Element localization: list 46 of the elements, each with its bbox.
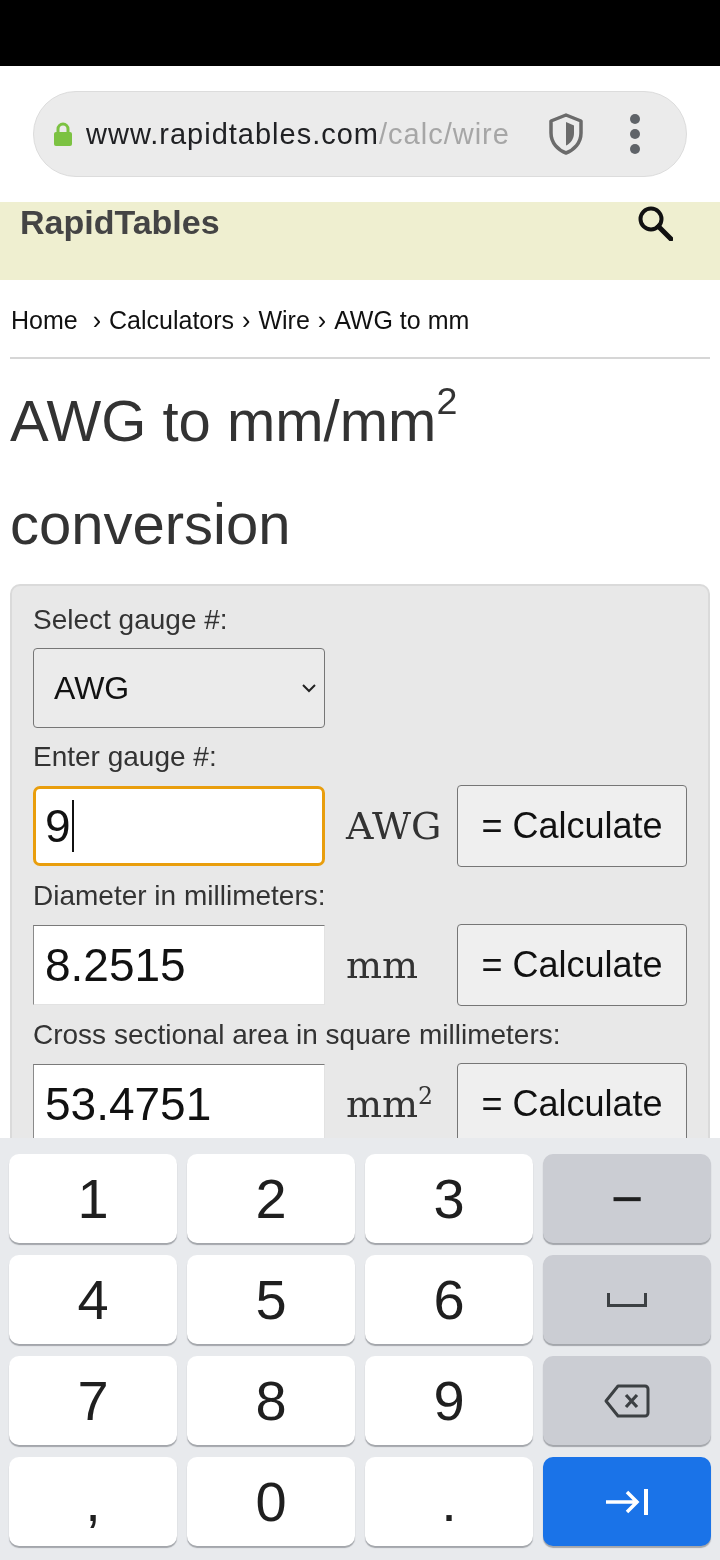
keyboard-key[interactable]: , bbox=[9, 1457, 177, 1546]
unit-label: mm bbox=[345, 943, 420, 987]
unit-label: mm$^{2}$ bbox=[345, 1082, 435, 1126]
keyboard-key[interactable]: . bbox=[365, 1457, 533, 1546]
keyboard-key[interactable]: 1 bbox=[9, 1154, 177, 1243]
breadcrumb-current: AWG to mm bbox=[334, 305, 470, 335]
menu-icon[interactable] bbox=[629, 114, 641, 154]
url-field[interactable]: www.rapidtables.com/calc/wire bbox=[86, 117, 510, 151]
keyboard-key[interactable]: 5 bbox=[187, 1255, 355, 1344]
unit-label: AWG bbox=[344, 804, 443, 848]
keyboard-key[interactable]: 2 bbox=[187, 1154, 355, 1243]
breadcrumb-link[interactable]: Calculators bbox=[109, 305, 235, 335]
field-label: Diameter in millimeters: bbox=[33, 879, 327, 913]
space-icon bbox=[607, 1292, 647, 1307]
site-logo[interactable]: RapidTables bbox=[20, 202, 220, 242]
search-icon[interactable] bbox=[637, 205, 673, 241]
field-label: Select gauge #: bbox=[33, 603, 229, 637]
backspace-key[interactable] bbox=[543, 1356, 711, 1445]
breadcrumb-separator: › bbox=[317, 305, 327, 335]
input-field[interactable]: 9 bbox=[33, 786, 325, 866]
next-key[interactable] bbox=[543, 1457, 711, 1546]
page-title: AWG to mm/mm$^{2}$ conversion bbox=[10, 378, 459, 558]
caret-icon bbox=[302, 683, 316, 693]
gauge-select[interactable]: AWG bbox=[33, 648, 325, 728]
keyboard-key[interactable]: 6 bbox=[365, 1255, 533, 1344]
breadcrumb-separator: › bbox=[92, 305, 101, 335]
keyboard-key[interactable]: 3 bbox=[365, 1154, 533, 1243]
keyboard-key[interactable]: 7 bbox=[9, 1356, 177, 1445]
lock-icon bbox=[53, 122, 73, 146]
text-cursor-icon bbox=[71, 800, 74, 852]
calculate-button[interactable]: = Calculate bbox=[457, 924, 687, 1006]
shield-icon[interactable] bbox=[548, 113, 584, 155]
keyboard-key[interactable]: 4 bbox=[9, 1255, 177, 1344]
field-label: Enter gauge #: bbox=[33, 740, 218, 774]
keyboard-key[interactable]: 0 bbox=[187, 1457, 355, 1546]
breadcrumb-separator: › bbox=[242, 305, 251, 335]
backspace-icon bbox=[604, 1383, 650, 1418]
breadcrumb-link[interactable]: Home bbox=[11, 305, 78, 335]
field-label: Cross sectional area in square millimeters: bbox=[33, 1018, 562, 1052]
input-field[interactable]: 8.2515 bbox=[33, 925, 325, 1005]
keyboard-key[interactable]: 8 bbox=[187, 1356, 355, 1445]
breadcrumb-link[interactable]: Wire bbox=[258, 305, 310, 335]
calculate-button[interactable]: = Calculate bbox=[457, 785, 687, 867]
arrow-to-bar-icon bbox=[605, 1487, 649, 1516]
keyboard-key[interactable]: 9 bbox=[365, 1356, 533, 1445]
keyboard-key[interactable]: − bbox=[543, 1154, 711, 1243]
